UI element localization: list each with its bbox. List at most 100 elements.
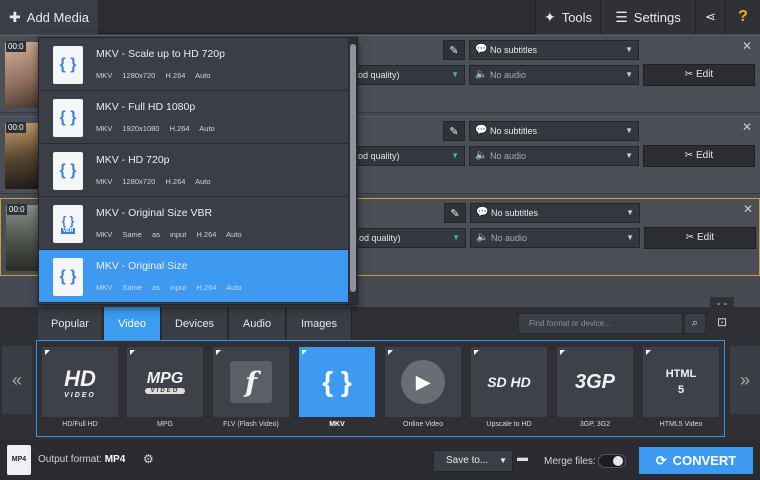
tools-button[interactable]: ✦ Tools (535, 0, 600, 34)
subtitles-select[interactable]: 💬 No subtitles ▼ (469, 121, 639, 141)
flash-icon: f (230, 361, 272, 403)
scroll-left-button[interactable]: « (2, 346, 32, 414)
preset-bitrate: Auto (199, 124, 215, 133)
format-upscale-hd[interactable]: SD HD (471, 347, 547, 417)
speech-bubble-icon: 💬 (475, 44, 488, 55)
mkv-file-icon: { } (53, 46, 83, 84)
preset-container: MKV (96, 71, 113, 80)
preset-container: MKV (96, 124, 113, 133)
chevron-down-icon: ▼ (626, 208, 634, 217)
hd-text: HD (64, 365, 96, 391)
format-mkv[interactable]: { } (299, 347, 375, 417)
audio-select[interactable]: 🔈 No audio ▼ (470, 228, 640, 248)
convert-button[interactable]: ⟳ CONVERT (639, 447, 753, 474)
remove-file-button[interactable]: ✕ (742, 39, 752, 53)
help-button[interactable]: ? (725, 0, 760, 34)
tab-popular[interactable]: Popular (38, 307, 103, 340)
tab-label: Devices (174, 317, 215, 330)
corner-marker (302, 350, 307, 355)
chevron-down-icon: ▼ (626, 233, 634, 242)
preset-resolution: Same as input (122, 230, 187, 239)
corner-marker (45, 350, 50, 355)
format-gallery: « HD VIDEO HD/Full HD MPG VIDEO MPG f FLV … (0, 340, 760, 440)
subtitles-select[interactable]: 💬 No subtitles ▼ (470, 203, 640, 223)
chevron-down-icon: ▼ (452, 233, 460, 242)
find-format-button[interactable]: ⊡ (710, 313, 734, 334)
settings-label: Settings (633, 9, 681, 25)
output-format-value: MP4 (104, 454, 126, 465)
settings-button[interactable]: ☰ Settings (600, 0, 695, 34)
preset-codec: H.264 (169, 124, 190, 133)
quality-select[interactable]: od quality) ▼ (355, 146, 465, 166)
pencil-icon: ✎ (449, 44, 459, 57)
save-to-select[interactable]: Save to... ▼ (433, 450, 513, 472)
add-media-button[interactable]: ✚ Add Media (0, 0, 98, 34)
format-3gp[interactable]: 3GP (557, 347, 633, 417)
tab-video[interactable]: Video (104, 307, 161, 340)
chevron-right-icon: » (739, 370, 750, 390)
refresh-icon: ⟳ (655, 452, 667, 468)
scrollbar-thumb[interactable] (350, 44, 356, 292)
edit-button[interactable]: ✂ Edit (643, 145, 755, 167)
scroll-right-button[interactable]: » (730, 346, 760, 414)
mpg-sub: VIDEO (144, 388, 186, 394)
preset-option[interactable]: { } VBR MKV - Original Size VBR MKV Same … (39, 197, 348, 250)
chevron-down-icon: ▼ (451, 70, 459, 79)
dropdown-scrollbar[interactable] (348, 38, 357, 304)
output-format-icon[interactable]: MP4 (7, 445, 31, 475)
preset-resolution: Same as input (122, 283, 187, 292)
help-icon: ? (738, 8, 748, 25)
format-flv[interactable]: f (213, 347, 289, 417)
open-folder-button[interactable]: ▬ (517, 452, 528, 464)
edit-button[interactable]: ✂ Edit (644, 227, 756, 249)
audio-select[interactable]: 🔈 No audio ▼ (469, 146, 639, 166)
remove-file-button[interactable]: ✕ (742, 120, 752, 134)
quality-select[interactable]: od quality) ▼ (356, 228, 466, 248)
merge-files-toggle[interactable] (598, 454, 626, 468)
preset-option-selected[interactable]: { } MKV - Original Size MKV Same as inpu… (39, 250, 348, 303)
preset-codec: H.264 (165, 177, 186, 186)
quality-select[interactable]: od quality) ▼ (355, 65, 465, 85)
rename-button[interactable]: ✎ (444, 203, 466, 223)
format-search-input[interactable]: Find format or device... (518, 313, 683, 334)
rename-button[interactable]: ✎ (443, 40, 465, 60)
format-hd[interactable]: HD VIDEO (42, 347, 118, 417)
format-label: Online Video (403, 421, 443, 428)
preset-option[interactable]: { } MKV - Full HD 1080p MKV 1920x1080 H.… (39, 91, 348, 144)
save-to-label: Save to... (446, 455, 489, 466)
corner-marker (646, 350, 651, 355)
tab-images[interactable]: Images (287, 307, 352, 340)
preset-bitrate: Auto (226, 283, 242, 292)
preset-title: MKV - Scale up to HD 720p (96, 48, 225, 60)
preset-meta: MKV 1920x1080 H.264 Auto (96, 124, 215, 133)
audio-value: No audio (490, 151, 527, 161)
share-button[interactable]: ⋖ (695, 0, 725, 34)
chevron-down-icon: ▼ (499, 456, 507, 465)
audio-select[interactable]: 🔈 No audio ▼ (469, 65, 639, 85)
tab-label: Audio (242, 317, 272, 330)
edit-button[interactable]: ✂ Edit (643, 64, 755, 86)
preset-meta: MKV Same as input H.264 Auto (96, 230, 242, 239)
format-settings-button[interactable]: ⚙ (143, 452, 154, 466)
format-label: 3GP, 3G2 (579, 421, 611, 428)
tab-audio[interactable]: Audio (229, 307, 286, 340)
format-list: HD VIDEO HD/Full HD MPG VIDEO MPG f FLV (F… (36, 340, 725, 437)
format-mpg[interactable]: MPG VIDEO (127, 347, 203, 417)
tools-label: Tools (561, 9, 593, 25)
rename-button[interactable]: ✎ (443, 121, 465, 141)
preset-option[interactable]: { } MKV - HD 720p MKV 1280x720 H.264 Aut… (39, 144, 348, 197)
mpg-text: MPG (146, 370, 184, 387)
double-chevron-down-icon: ⌄⌄ (715, 298, 729, 307)
preset-option[interactable]: { } MKV - Scale up to HD 720p MKV 1280x7… (39, 38, 348, 91)
remove-file-button[interactable]: ✕ (743, 202, 753, 216)
format-html5[interactable]: HTML 5 (643, 347, 719, 417)
format-online-video[interactable]: ▶ (385, 347, 461, 417)
search-button[interactable]: ⌕ (684, 313, 706, 334)
corner-marker (388, 350, 393, 355)
corner-marker (130, 350, 135, 355)
preset-title: MKV - HD 720p (96, 154, 170, 166)
mkv-vbr-file-icon: { } VBR (53, 205, 83, 243)
app-window: ✚ Add Media ✦ Tools ☰ Settings ⋖ ? 00:0 ✎ o… (0, 0, 760, 480)
tab-devices[interactable]: Devices (162, 307, 228, 340)
subtitles-select[interactable]: 💬 No subtitles ▼ (469, 40, 639, 60)
